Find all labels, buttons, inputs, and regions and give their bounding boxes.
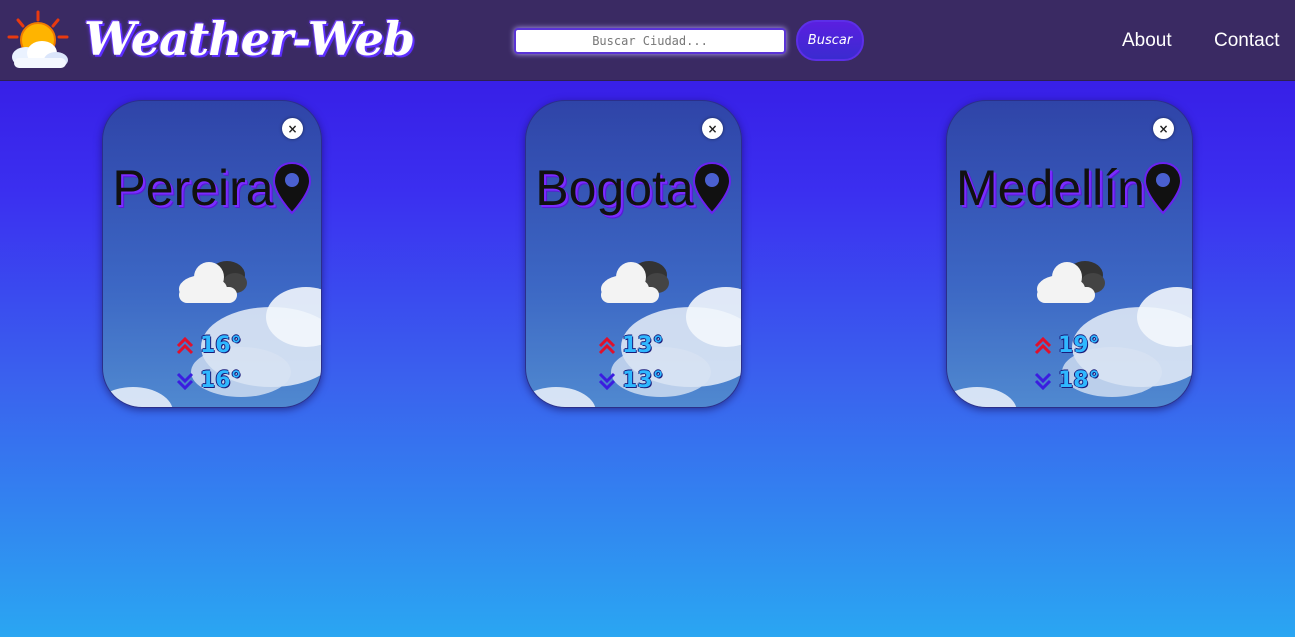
- max-temp: 19°: [1058, 333, 1100, 358]
- chevron-double-up-icon: [1034, 336, 1052, 354]
- nav-link-about[interactable]: About: [1122, 30, 1172, 52]
- cloud-background-icon: [947, 387, 1017, 407]
- cloudy-icon: [601, 261, 669, 303]
- min-temp: 13°: [622, 368, 664, 393]
- min-temp: 16°: [200, 368, 242, 393]
- max-temp: 16°: [200, 333, 242, 358]
- city-name: Bogota: [535, 160, 694, 216]
- chevron-double-down-icon: [598, 372, 616, 390]
- chevron-double-up-icon: [176, 336, 194, 354]
- location-pin-icon: [272, 161, 311, 215]
- close-card-button[interactable]: ×: [1153, 118, 1174, 139]
- app-title: Weather-Web: [84, 12, 415, 66]
- min-temp-row: 16°: [176, 368, 242, 393]
- max-temp-row: 13°: [598, 333, 664, 358]
- chevron-double-down-icon: [1034, 372, 1052, 390]
- search-button[interactable]: Buscar: [796, 20, 864, 61]
- cloudy-icon: [1037, 261, 1105, 303]
- close-card-button[interactable]: ×: [702, 118, 723, 139]
- max-temp-row: 19°: [1034, 333, 1100, 358]
- max-temp: 13°: [622, 333, 664, 358]
- city-name: Pereira: [112, 160, 274, 216]
- min-temp-row: 13°: [598, 368, 664, 393]
- location-pin-icon: [1143, 161, 1183, 215]
- max-temp-row: 16°: [176, 333, 242, 358]
- chevron-double-down-icon: [176, 372, 194, 390]
- nav-link-contact[interactable]: Contact: [1214, 30, 1279, 52]
- chevron-double-up-icon: [598, 336, 616, 354]
- app-logo[interactable]: Weather-Web: [4, 8, 415, 70]
- close-card-button[interactable]: ×: [282, 118, 303, 139]
- city-card: × Pereira 16° 16°: [102, 100, 322, 408]
- city-name: Medellín: [956, 160, 1145, 216]
- sun-cloud-icon: [7, 10, 69, 68]
- city-card: × Medellín 19° 18°: [946, 100, 1193, 408]
- min-temp: 18°: [1058, 368, 1100, 393]
- cloudy-icon: [179, 261, 247, 303]
- city-card: × Bogota 13° 13°: [525, 100, 742, 408]
- search-input[interactable]: [514, 28, 786, 54]
- min-temp-row: 18°: [1034, 368, 1100, 393]
- location-pin-icon: [692, 161, 731, 215]
- navbar: Weather-Web Buscar About Contact: [0, 0, 1295, 81]
